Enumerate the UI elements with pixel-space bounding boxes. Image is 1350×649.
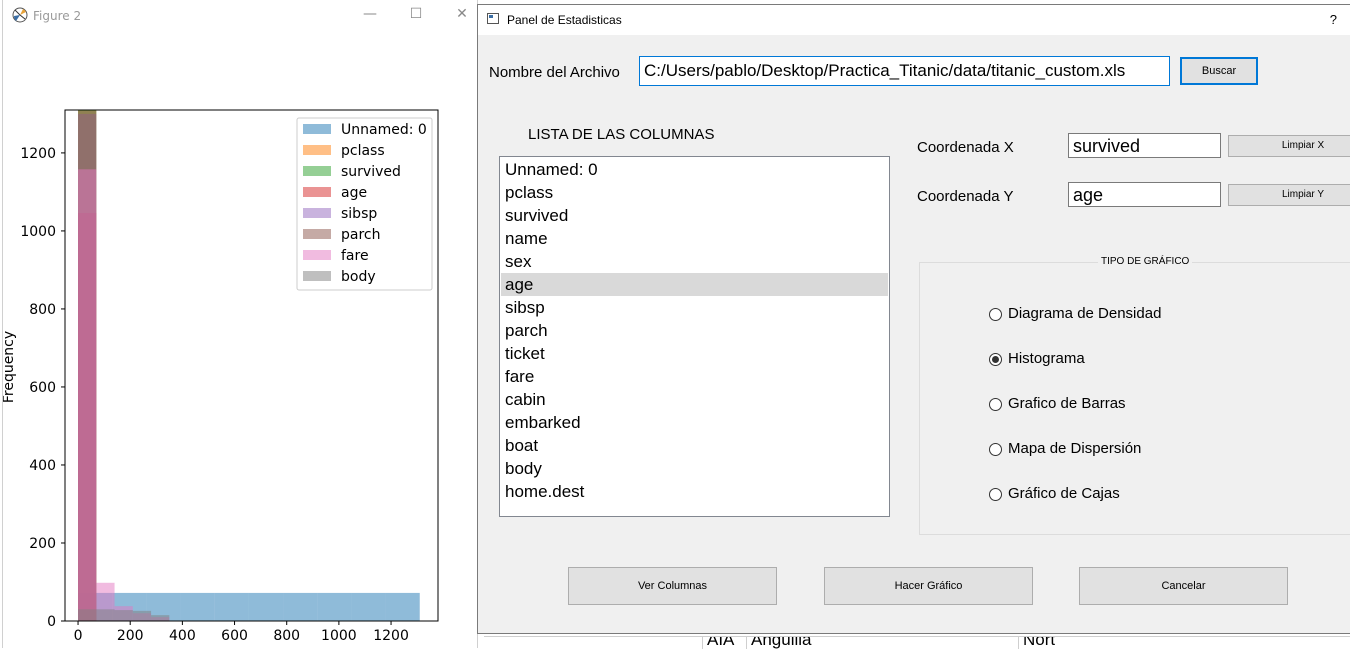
y-coordinate-label: Coordenada Y [917,188,1013,205]
radio-button[interactable] [989,488,1002,501]
chart-type-groupbox [919,262,1350,535]
legend-swatch [303,271,331,281]
table-cell: AIA [702,636,747,649]
x-coordinate-label: Coordenada X [917,139,1014,156]
window-icon [487,13,499,24]
x-tick-label: 600 [221,628,248,644]
x-tick-label: 200 [117,628,144,644]
y-tick-label: 1200 [20,146,56,162]
x-tick-label: 800 [273,628,300,644]
column-list-item[interactable]: boat [501,434,888,457]
histogram-bar [96,609,114,621]
column-list-item[interactable]: sibsp [501,296,888,319]
make-chart-button[interactable]: Hacer Gráfico [824,567,1033,605]
table-cell: Anguilla [746,636,1021,649]
column-list-item[interactable]: survived [501,204,888,227]
histogram-bar [115,610,133,621]
legend-label: body [341,269,376,285]
column-list-item[interactable]: fare [501,365,888,388]
legend-label: sibsp [341,206,377,222]
histogram-bar [386,593,420,621]
y-tick-label: 800 [29,302,56,318]
columns-list-header: LISTA DE LAS COLUMNAS [528,126,714,143]
y-tick-label: 400 [29,458,56,474]
y-coordinate-input[interactable]: age [1068,182,1221,207]
legend-swatch [303,229,331,239]
radio-label: Diagrama de Densidad [1008,305,1161,322]
y-tick-label: 0 [47,614,56,630]
statistics-dialog: Panel de Estadisticas ? Nombre del Archi… [477,4,1350,634]
x-coordinate-input[interactable]: survived [1068,133,1221,158]
radio-button[interactable] [989,308,1002,321]
x-axis: 0 200 400 600 800 1000 1200 [74,621,409,644]
clear-y-button[interactable]: Limpiar Y [1228,184,1350,206]
histogram-bar [351,593,385,621]
y-axis-label: Frequency [3,331,17,403]
x-tick-label: 400 [169,628,196,644]
histogram-bar [133,611,151,621]
radio-button[interactable] [989,398,1002,411]
column-list-item[interactable]: ticket [501,342,888,365]
y-tick-label: 1000 [20,224,56,240]
legend-label: fare [341,248,369,264]
cancel-button[interactable]: Cancelar [1079,567,1288,605]
dialog-title: Panel de Estadisticas [507,13,622,27]
histogram-bar [151,615,169,621]
histogram-bar [181,593,215,621]
column-list-item[interactable]: name [501,227,888,250]
legend-swatch [303,124,331,134]
column-list-item[interactable]: parch [501,319,888,342]
histogram-bar [78,609,96,621]
figure-window: Figure 2 — ☐ ✕ 020040060080010001200 020… [2,0,478,648]
column-list-item[interactable]: sex [501,250,888,273]
table-cell: Nort [1018,636,1293,649]
help-button[interactable]: ? [1330,12,1337,27]
legend-swatch [303,208,331,218]
background-table: AIA Anguilla Nort [484,636,1350,649]
file-path-input[interactable]: C:/Users/pablo/Desktop/Practica_Titanic/… [639,56,1170,86]
histogram-bar [283,593,317,621]
column-list-item[interactable]: Unnamed: 0 [501,158,888,181]
radio-label: Grafico de Barras [1008,395,1126,412]
y-tick-label: 600 [29,380,56,396]
legend-swatch [303,250,331,260]
view-columns-button[interactable]: Ver Columnas [568,567,777,605]
file-name-label: Nombre del Archivo [489,64,620,81]
histogram-bar [78,169,96,621]
radio-button[interactable] [989,443,1002,456]
browse-button[interactable]: Buscar [1180,57,1258,85]
column-list-item[interactable]: pclass [501,181,888,204]
y-axis: 0 200 400 600 800 1000 1200 [20,146,65,630]
legend-label: parch [341,227,380,243]
column-list-item[interactable]: embarked [501,411,888,434]
clear-x-button[interactable]: Limpiar X [1228,135,1350,157]
column-list-item[interactable]: home.dest [501,480,888,503]
chart-legend: Unnamed: 0 pclass survived age sibsp parch far… [297,118,432,290]
legend-label: pclass [341,143,385,159]
histogram-bar [317,593,351,621]
column-list-item[interactable]: body [501,457,888,480]
column-list-item[interactable]: cabin [501,388,888,411]
legend-label: Unnamed: 0 [341,122,427,138]
x-tick-label: 1000 [321,628,357,644]
histogram-bar [215,593,249,621]
x-tick-label: 1200 [373,628,409,644]
columns-list[interactable]: Unnamed: 0pclasssurvivednamesexagesibspp… [499,156,890,517]
legend-swatch [303,166,331,176]
legend-label: age [341,185,367,201]
histogram-chart: 0 200 400 600 800 1000 1200 0 200 400 600 800 1000 1… [3,0,477,648]
radio-label: Histograma [1008,350,1085,367]
chart-type-title: TIPO DE GRÁFICO [1098,256,1192,267]
column-list-item[interactable]: age [501,273,888,296]
radio-label: Mapa de Dispersión [1008,440,1141,457]
dialog-titlebar[interactable]: Panel de Estadisticas ? [478,5,1350,35]
radio-label: Gráfico de Cajas [1008,485,1120,502]
legend-swatch [303,145,331,155]
radio-button[interactable] [989,353,1002,366]
legend-swatch [303,187,331,197]
histogram-bar [249,593,283,621]
y-tick-label: 200 [29,536,56,552]
legend-label: survived [341,164,401,180]
x-tick-label: 0 [74,628,83,644]
